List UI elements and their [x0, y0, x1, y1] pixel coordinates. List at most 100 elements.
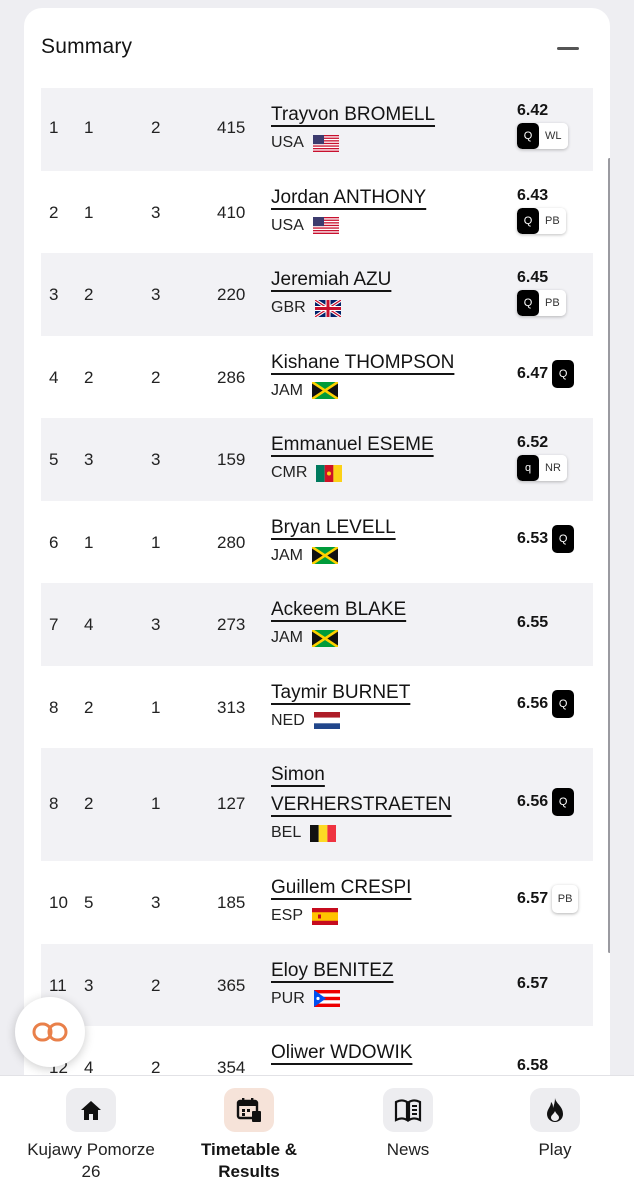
athlete-name-link[interactable]: Eloy BENITEZ — [271, 956, 501, 986]
athlete-name-link[interactable]: Bryan LEVELL — [271, 513, 501, 543]
bib-cell: 365 — [217, 975, 246, 995]
bib-cell: 415 — [217, 118, 246, 137]
qualified-badge: Q — [552, 788, 575, 816]
nav-timetable[interactable]: Timetable & Results — [169, 1088, 329, 1183]
heat-cell: 2 — [84, 367, 94, 387]
jam-flag-icon — [312, 547, 338, 564]
bib-cell: 185 — [217, 893, 246, 912]
table-row[interactable]: 8 2 1 313 Taymir BURNET NED 6.56 Q — [41, 666, 593, 749]
rank-cell: 5 — [49, 450, 59, 469]
result-mark: 6.57 — [517, 890, 549, 907]
lane-cell: 2 — [151, 118, 161, 137]
bib-cell: 313 — [217, 697, 246, 717]
table-row[interactable]: 4 2 2 286 Kishane THOMPSON JAM 6.47 Q — [41, 336, 593, 419]
table-row[interactable]: 11 3 2 365 Eloy BENITEZ PUR 6.57 — [41, 943, 593, 1026]
qualified-badge: q — [517, 455, 539, 481]
heat-cell: 1 — [84, 532, 94, 552]
result-mark: 6.56 — [517, 694, 549, 712]
link-icon — [32, 1022, 68, 1042]
rank-cell: 10 — [49, 893, 68, 912]
athlete-name-link[interactable]: Trayvon BROMELL — [271, 100, 501, 130]
lane-cell: 3 — [151, 285, 161, 304]
athlete-name-link[interactable]: Ackeem BLAKE — [271, 595, 501, 625]
country-code: ESP — [271, 907, 304, 924]
rank-cell: 3 — [49, 285, 59, 304]
athlete-name-link[interactable]: Kishane THOMPSON — [271, 348, 501, 378]
summary-title: Summary — [41, 35, 133, 58]
heat-cell: 5 — [84, 893, 94, 912]
table-row[interactable]: 2 1 3 410 Jordan ANTHONY USA 6.43 Q PB — [41, 171, 593, 254]
lane-cell: 1 — [151, 532, 161, 552]
lane-cell: 3 — [151, 615, 161, 634]
nav-timetable-label: Timetable & — [200, 1140, 298, 1159]
nav-news[interactable]: News — [328, 1088, 488, 1161]
country-code: JAM — [271, 381, 303, 399]
table-row[interactable]: 5 3 3 159 Emmanuel ESEME CMR 6.52 q NR — [41, 418, 593, 501]
pb-badge: PB — [552, 885, 579, 913]
bib-cell: 127 — [217, 794, 246, 813]
gbr-flag-icon — [314, 299, 341, 317]
scrollbar[interactable] — [608, 158, 610, 953]
rank-cell: 8 — [49, 697, 59, 717]
ned-flag-icon — [313, 712, 340, 729]
country-code: USA — [271, 134, 304, 151]
usa-flag-icon — [312, 217, 339, 234]
nav-timetable-label-2: Results — [218, 1162, 280, 1181]
bib-cell: 286 — [217, 367, 246, 387]
flame-icon — [530, 1088, 580, 1132]
lane-cell: 2 — [151, 367, 161, 387]
country-code: NED — [271, 711, 305, 729]
country-code: JAM — [271, 546, 303, 564]
collapse-minus-icon[interactable] — [556, 36, 580, 60]
result-mark: 6.53 — [517, 529, 549, 547]
lane-cell: 3 — [151, 202, 161, 222]
record-badge: PB — [539, 207, 566, 234]
lane-cell: 3 — [151, 450, 161, 469]
jam-flag-icon — [312, 382, 338, 399]
record-badge: WL — [539, 123, 568, 149]
lane-cell: 1 — [151, 794, 161, 813]
athlete-name-link[interactable]: Jeremiah AZU — [271, 265, 501, 295]
bib-cell: 159 — [217, 450, 246, 469]
athlete-name-link[interactable]: Jordan ANTHONY — [271, 183, 501, 213]
link-button[interactable] — [15, 997, 85, 1067]
result-mark: 6.47 — [517, 364, 549, 382]
rank-cell: 6 — [49, 532, 59, 552]
result-mark: 6.43 — [517, 186, 549, 204]
country-code: USA — [271, 216, 304, 234]
athlete-last-name: VERHERSTRAETEN — [271, 794, 452, 815]
usa-flag-icon — [312, 134, 339, 152]
athlete-name-link[interactable]: Guillem CRESPI — [271, 873, 501, 903]
heat-cell: 1 — [84, 118, 94, 137]
athlete-name-link[interactable]: Simon VERHERSTRAETEN — [271, 760, 501, 820]
table-row[interactable]: 1 1 2 415 Trayvon BROMELL USA 6.42 Q WL — [41, 88, 593, 171]
result-mark: 6.58 — [517, 1057, 549, 1074]
home-icon — [66, 1088, 116, 1132]
athlete-name-link[interactable]: Emmanuel ESEME — [271, 430, 501, 460]
bel-flag-icon — [310, 824, 337, 842]
jam-flag-icon — [312, 629, 338, 647]
nav-home[interactable]: Kujawy Pomorze 26 — [11, 1088, 171, 1183]
country-code: CMR — [271, 464, 308, 481]
qualified-badge: Q — [552, 359, 575, 388]
rank-cell: 7 — [49, 615, 59, 634]
athlete-name-link[interactable]: Oliwer WDOWIK — [271, 1038, 501, 1068]
table-row[interactable]: 3 2 3 220 Jeremiah AZU GBR 6.45 Q PB — [41, 253, 593, 336]
table-row[interactable]: 7 4 3 273 Ackeem BLAKE JAM 6.55 — [41, 583, 593, 666]
rank-cell: 2 — [49, 202, 59, 222]
result-mark: 6.55 — [517, 614, 549, 631]
result-mark: 6.42 — [517, 102, 549, 119]
heat-cell: 1 — [84, 202, 94, 222]
rank-cell: 11 — [49, 975, 67, 995]
country-code: PUR — [271, 989, 305, 1007]
qualified-badge: Q — [517, 207, 539, 234]
table-row[interactable]: 10 5 3 185 Guillem CRESPI ESP 6.57 PB — [41, 861, 593, 944]
nav-play[interactable]: Play — [475, 1088, 634, 1161]
athlete-name-link[interactable]: Taymir BURNET — [271, 678, 501, 708]
table-row[interactable]: 6 1 1 280 Bryan LEVELL JAM 6.53 Q — [41, 501, 593, 584]
qualified-badge: Q — [552, 524, 575, 553]
lane-cell: 1 — [151, 697, 161, 717]
bib-cell: 220 — [217, 285, 246, 304]
summary-header[interactable]: Summary — [24, 8, 610, 86]
table-row[interactable]: 8 2 1 127 Simon VERHERSTRAETEN BEL 6.56 Q — [41, 748, 593, 861]
